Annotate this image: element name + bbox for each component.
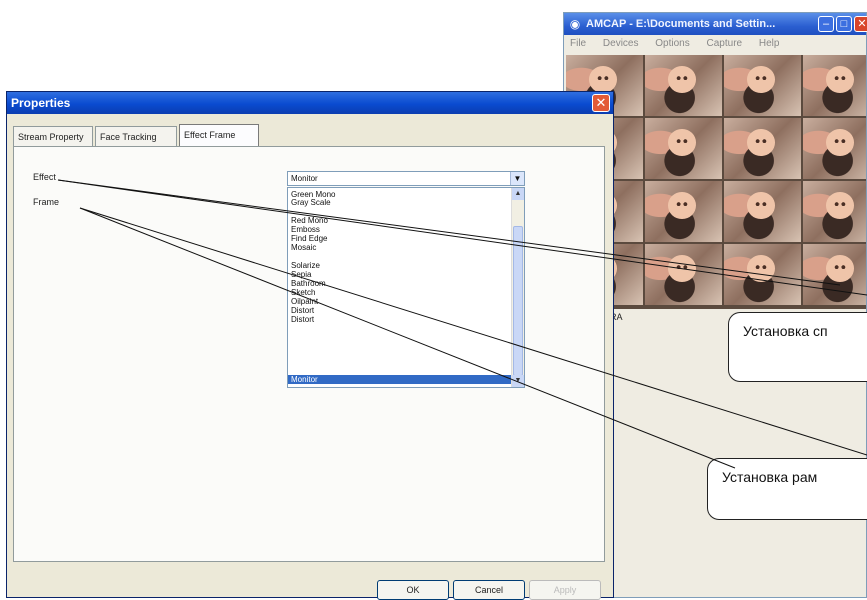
effect-option[interactable]: Solarize (291, 261, 320, 270)
video-tile (645, 55, 722, 116)
video-tile (724, 118, 801, 179)
properties-dialog: Properties ✕ Stream Property Face Tracki… (6, 91, 614, 600)
frame-label: Frame (33, 197, 60, 207)
video-tile (803, 55, 866, 116)
menu-item-devices[interactable]: Devices (603, 38, 639, 49)
video-tile (803, 181, 866, 242)
scroll-up-icon[interactable]: ▲ (512, 188, 524, 200)
dialog-title: Properties (7, 92, 613, 114)
effect-option[interactable]: Red Mono (291, 216, 328, 225)
effect-option[interactable]: Distort (291, 315, 314, 324)
menu-item-file[interactable]: File (570, 38, 586, 49)
chevron-down-icon[interactable]: ▼ (510, 172, 524, 185)
cancel-button[interactable]: Cancel (453, 580, 525, 600)
effect-option[interactable]: Sketch (291, 288, 315, 297)
frame-callout: Установка рам (707, 458, 867, 520)
tab-face-tracking[interactable]: Face Tracking (95, 126, 177, 146)
scrollbar[interactable]: ▲ ▼ (511, 188, 524, 387)
minimize-button[interactable]: – (818, 16, 834, 32)
video-tile (724, 244, 801, 305)
effect-select-value: Monitor (291, 174, 318, 183)
scroll-down-icon[interactable]: ▼ (512, 375, 524, 387)
video-tile (724, 181, 801, 242)
close-button[interactable]: ✕ (854, 16, 867, 32)
video-tile (724, 55, 801, 116)
effect-option[interactable]: Sepia (291, 270, 311, 279)
effect-callout: Установка сп (728, 312, 867, 382)
video-tile (803, 118, 866, 179)
camera-icon: ◉ (569, 17, 581, 31)
scroll-thumb[interactable] (513, 226, 523, 376)
maximize-button[interactable]: □ (836, 16, 852, 32)
effect-select[interactable]: Monitor ▼ (287, 171, 525, 186)
effect-option[interactable]: Emboss (291, 225, 320, 234)
effect-option[interactable]: Gray Scale (291, 198, 331, 207)
video-tile (645, 118, 722, 179)
video-tile (803, 244, 866, 305)
effect-option[interactable]: Find Edge (291, 234, 327, 243)
menu-item-options[interactable]: Options (655, 38, 689, 49)
effect-option[interactable]: Monitor (288, 375, 512, 384)
effect-option[interactable]: Oilpaint (291, 297, 318, 306)
menu-bar: File Devices Options Capture Help (564, 35, 866, 53)
effect-option[interactable]: Distort (291, 306, 314, 315)
effect-option[interactable]: Mosaic (291, 243, 316, 252)
video-tile (645, 244, 722, 305)
video-tile (645, 181, 722, 242)
menu-item-help[interactable]: Help (759, 38, 780, 49)
close-icon[interactable]: ✕ (592, 94, 610, 112)
effect-label: Effect (33, 172, 56, 182)
ok-button[interactable]: OK (377, 580, 449, 600)
tab-effect-frame[interactable]: Effect Frame (179, 124, 259, 147)
menu-item-capture[interactable]: Capture (707, 38, 743, 49)
effect-option[interactable]: Bathroom (291, 279, 326, 288)
effect-dropdown-list: Green Mono Gray Scale Red Mono Emboss Find E… (287, 187, 525, 388)
apply-button[interactable]: Apply (529, 580, 601, 600)
tab-stream-property[interactable]: Stream Property (13, 126, 93, 146)
